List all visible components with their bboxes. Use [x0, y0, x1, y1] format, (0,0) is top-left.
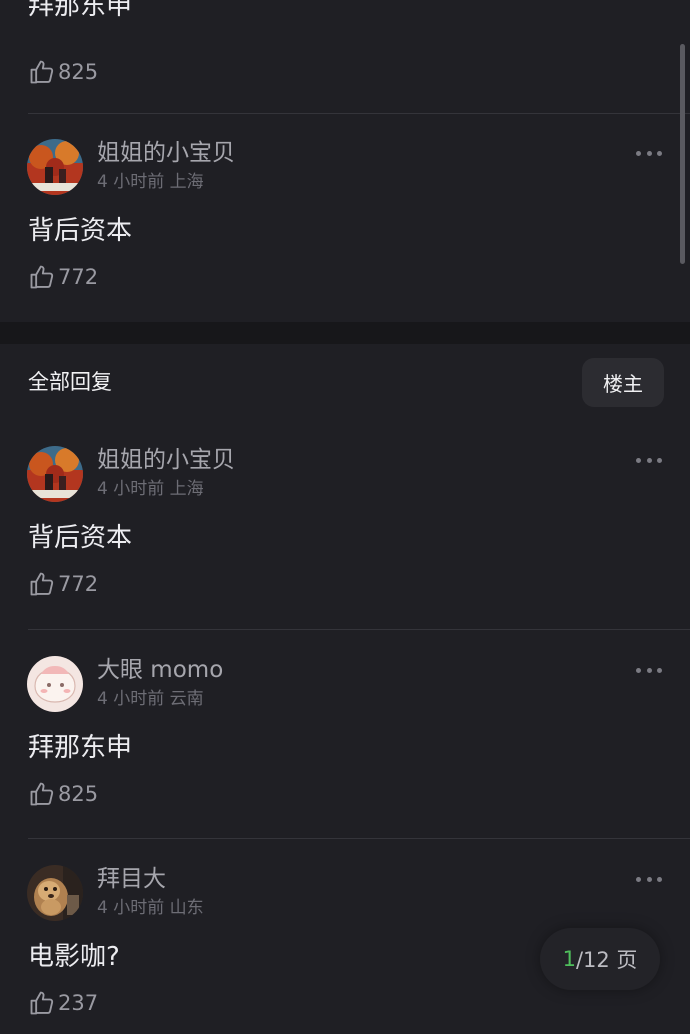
scrollbar[interactable] [680, 44, 685, 264]
comment-text: 拜那东申 [28, 733, 133, 763]
current-page: 1 [562, 947, 576, 971]
all-replies-title: 全部回复 [28, 370, 112, 394]
thumbs-up-icon [30, 60, 54, 84]
more-dots-icon[interactable] [634, 141, 664, 165]
comment-item[interactable]: 姐姐的小宝贝 4 小时前 上海 背后资本 772 [0, 139, 690, 339]
username[interactable]: 姐姐的小宝贝 [97, 444, 235, 476]
comment-item[interactable]: 大眼 momo 4 小时前 云南 拜那东申 825 [0, 656, 690, 856]
more-dots-icon[interactable] [634, 658, 664, 682]
total-pages: /12 页 [575, 948, 638, 972]
avatar[interactable] [27, 656, 83, 712]
like-count: 772 [58, 572, 99, 596]
page-indicator[interactable]: 1/12 页 [540, 928, 660, 990]
username[interactable]: 大眼 momo [97, 654, 223, 686]
avatar-dog-photo-icon [27, 865, 83, 921]
like-button[interactable]: 825 [28, 58, 98, 86]
username[interactable]: 拜目大 [97, 863, 166, 895]
like-button[interactable]: 772 [28, 570, 98, 598]
avatar-red-leaves-icon [27, 139, 83, 195]
more-dots-icon[interactable] [634, 448, 664, 472]
divider [28, 838, 690, 839]
username[interactable]: 姐姐的小宝贝 [97, 137, 235, 169]
thumbs-up-icon [30, 265, 54, 289]
section-separator [0, 322, 690, 344]
thumbs-up-icon [30, 991, 54, 1015]
comment-text: 背后资本 [28, 216, 133, 246]
comment-meta: 4 小时前 山东 [97, 898, 204, 918]
thumbs-up-icon [30, 572, 54, 596]
avatar-cartoon-pink-icon [27, 656, 83, 712]
like-count: 772 [58, 265, 99, 289]
thumbs-up-icon [30, 782, 54, 806]
op-only-button[interactable]: 楼主 [582, 358, 664, 407]
avatar-red-leaves-icon [27, 446, 83, 502]
partial-comment-text: 拜那东申 [28, 0, 133, 21]
avatar[interactable] [27, 139, 83, 195]
like-button[interactable]: 237 [28, 989, 98, 1017]
more-dots-icon[interactable] [634, 867, 664, 891]
comment-meta: 4 小时前 云南 [97, 689, 204, 709]
comment-text: 背后资本 [28, 523, 133, 553]
comments-page: 拜那东申 825 姐姐的小宝贝 4 小时前 上海 背后资本 772 全部回复 楼… [0, 0, 690, 1034]
comment-text: 电影咖? [28, 942, 120, 972]
comment-item[interactable]: 姐姐的小宝贝 4 小时前 上海 背后资本 772 [0, 446, 690, 646]
like-count: 237 [58, 991, 99, 1015]
avatar[interactable] [27, 446, 83, 502]
like-button[interactable]: 772 [28, 263, 98, 291]
like-count: 825 [58, 782, 99, 806]
divider [28, 629, 690, 630]
like-button[interactable]: 825 [28, 780, 98, 808]
like-count: 825 [58, 60, 99, 84]
avatar[interactable] [27, 865, 83, 921]
comment-meta: 4 小时前 上海 [97, 172, 204, 192]
divider [28, 113, 690, 114]
comment-meta: 4 小时前 上海 [97, 479, 204, 499]
